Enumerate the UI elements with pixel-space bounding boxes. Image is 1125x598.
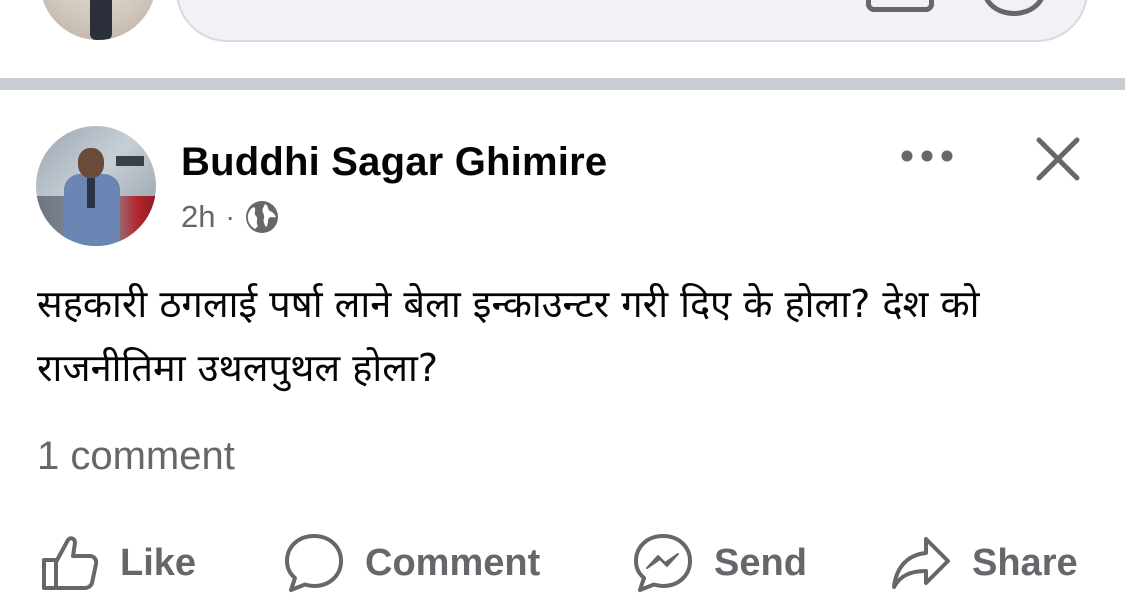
author-name[interactable]: Buddhi Sagar Ghimire	[181, 140, 607, 185]
close-icon[interactable]	[1033, 134, 1083, 184]
comment-count[interactable]: 1 comment	[37, 434, 235, 479]
like-button[interactable]: Like	[40, 528, 196, 598]
avatar-background-sign	[116, 156, 144, 166]
comment-label: Comment	[365, 541, 541, 584]
like-label: Like	[120, 541, 197, 584]
send-label: Send	[714, 541, 807, 584]
meta-separator: ·	[225, 201, 235, 232]
feed-screen: Buddhi Sagar Ghimire 2h · सहकारी ठगलाई प…	[0, 0, 1125, 598]
comment-bubble-icon	[285, 534, 343, 592]
composer-avatar-figure	[90, 0, 112, 40]
share-arrow-icon	[892, 537, 950, 589]
post-meta: 2h ·	[181, 197, 279, 237]
avatar-person-tie	[87, 178, 95, 208]
author-avatar[interactable]	[36, 126, 156, 246]
more-icon[interactable]	[897, 140, 957, 172]
composer-avatar[interactable]	[40, 0, 156, 40]
messenger-icon	[634, 534, 692, 592]
share-button[interactable]: Share	[890, 528, 1078, 598]
post-time[interactable]: 2h	[181, 199, 215, 235]
photo-icon[interactable]	[866, 0, 934, 12]
send-button[interactable]: Send	[632, 528, 807, 598]
feed-divider	[0, 78, 1125, 90]
avatar-person-head	[78, 148, 104, 178]
globe-icon[interactable]	[245, 200, 279, 234]
composer-input[interactable]	[176, 0, 1088, 42]
comment-button[interactable]: Comment	[283, 528, 540, 598]
thumbs-up-icon	[42, 536, 99, 590]
post-text: सहकारी ठगलाई पर्षा लाने बेला इन्काउन्टर …	[37, 282, 980, 390]
share-label: Share	[972, 541, 1078, 584]
